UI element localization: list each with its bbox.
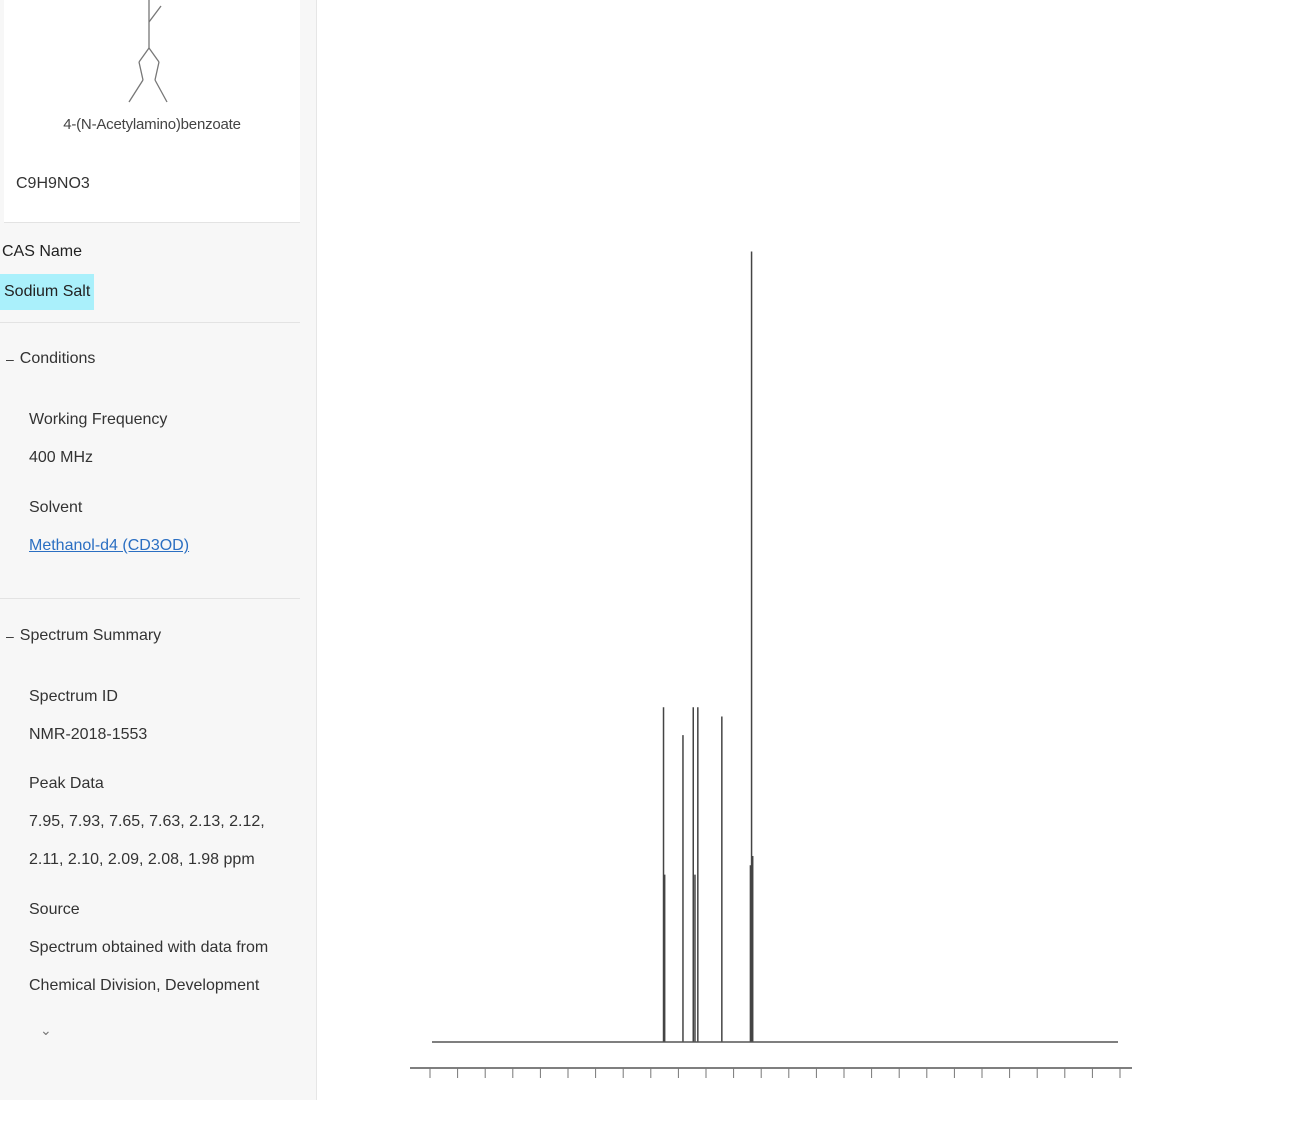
info-panel: 4-(N-Acetylamino)benzoate C9H9NO3 CAS Na…	[0, 0, 317, 1100]
spectrum-svg	[410, 251, 1132, 1078]
spectrum-id-value: NMR-2018-1553	[29, 726, 148, 743]
compound-name: 4-(N-Acetylamino)benzoate	[63, 116, 241, 133]
conditions-title: Conditions	[19, 350, 96, 367]
peak-data-label: Peak Data	[29, 775, 104, 792]
molecule-structure-image	[128, 0, 168, 103]
minus-icon: –	[6, 628, 14, 644]
divider	[0, 598, 300, 599]
molecular-formula: C9H9NO3	[16, 175, 90, 192]
frequency-label: Working Frequency	[29, 411, 168, 428]
cas-label: CAS Name	[2, 243, 83, 260]
structure-card: 4-(N-Acetylamino)benzoate C9H9NO3	[4, 0, 300, 223]
source-value-line1: Spectrum obtained with data from	[29, 939, 269, 956]
source-label: Source	[29, 901, 80, 918]
cas-value[interactable]: Sodium Salt	[0, 274, 95, 310]
frequency-value: 400 MHz	[29, 449, 94, 466]
solvent-value-wrapper: Methanol-d4 (CD3OD)	[29, 537, 189, 555]
solvent-link[interactable]: Methanol-d4 (CD3OD)	[29, 537, 189, 554]
peak-data-value-line1: 7.95, 7.93, 7.65, 7.63, 2.13, 2.12,	[29, 813, 265, 830]
spectrum-id-label: Spectrum ID	[29, 688, 118, 705]
nmr-spectrum-chart	[320, 0, 1298, 1125]
spectrum-summary-title: Spectrum Summary	[19, 627, 162, 644]
solvent-label: Solvent	[29, 499, 83, 516]
conditions-section-header[interactable]: – Conditions	[6, 350, 95, 368]
divider	[0, 322, 300, 323]
peak-data-value-line2: 2.11, 2.10, 2.09, 2.08, 1.98 ppm	[29, 851, 255, 868]
chevron-down-icon[interactable]: ⌄	[40, 1022, 52, 1039]
minus-icon: –	[6, 351, 14, 367]
spectrum-summary-section-header[interactable]: – Spectrum Summary	[6, 627, 161, 645]
source-value-line2: Chemical Division, Development	[29, 977, 260, 994]
